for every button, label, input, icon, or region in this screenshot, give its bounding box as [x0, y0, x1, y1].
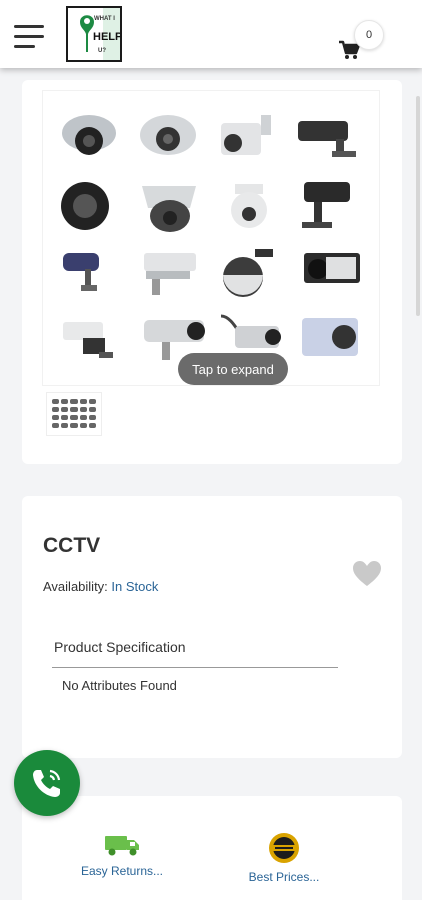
box-camera-icon	[296, 312, 369, 373]
tap-to-expand-hint[interactable]: Tap to expand	[178, 353, 288, 385]
bullet-camera-icon	[296, 178, 369, 239]
availability-label: Availability:	[43, 579, 108, 594]
outdoor-housing-camera-icon	[138, 245, 211, 306]
product-gallery-card: Tap to expand	[22, 80, 402, 464]
bullet-camera-icon	[59, 312, 132, 373]
bullet-camera-icon	[59, 245, 132, 306]
feature-best-prices[interactable]: Best Prices...	[224, 832, 344, 884]
feature-label: Easy Returns...	[80, 864, 164, 878]
box-camera-icon	[296, 245, 369, 306]
product-main-image[interactable]: Tap to expand	[42, 90, 380, 386]
logo-text-top: WHAT I	[94, 16, 115, 22]
divider	[52, 667, 338, 668]
ir-camera-icon	[59, 178, 132, 239]
feature-easy-returns[interactable]: Easy Returns...	[62, 832, 182, 878]
heart-icon[interactable]	[352, 560, 382, 588]
no-attributes-text: No Attributes Found	[62, 678, 177, 693]
dome-camera-icon	[138, 178, 211, 239]
delivery-truck-icon	[105, 836, 139, 856]
spec-heading: Product Specification	[54, 639, 186, 655]
dome-camera-icon	[138, 111, 211, 172]
hamburger-icon[interactable]	[14, 24, 46, 50]
ptz-camera-icon	[217, 245, 290, 306]
feature-label: Best Prices...	[248, 870, 320, 884]
scrollbar[interactable]	[416, 96, 420, 316]
call-button[interactable]	[14, 750, 80, 816]
box-camera-icon	[217, 111, 290, 172]
bullet-camera-icon	[296, 111, 369, 172]
product-info-card: CCTV Availability: In Stock Product Spec…	[22, 496, 402, 758]
availability-status: In Stock	[111, 579, 159, 594]
cctv-collage	[59, 111, 369, 361]
gallery-thumbnail[interactable]	[46, 392, 102, 436]
logo-text-help: HELP	[93, 31, 122, 43]
features-card: Easy Returns... Best Prices...	[22, 796, 402, 900]
dome-camera-icon	[59, 111, 132, 172]
phone-call-icon	[33, 769, 61, 797]
site-logo[interactable]: WHAT I HELP U?	[66, 6, 122, 62]
best-price-badge-icon	[269, 833, 299, 863]
cart-count-badge[interactable]: 0	[354, 20, 384, 50]
logo-text-bottom: U?	[98, 48, 106, 54]
product-title: CCTV	[43, 534, 101, 557]
top-app-bar: WHAT I HELP U? 0	[0, 0, 422, 68]
availability: Availability: In Stock	[43, 579, 158, 594]
ptz-camera-icon	[217, 178, 290, 239]
